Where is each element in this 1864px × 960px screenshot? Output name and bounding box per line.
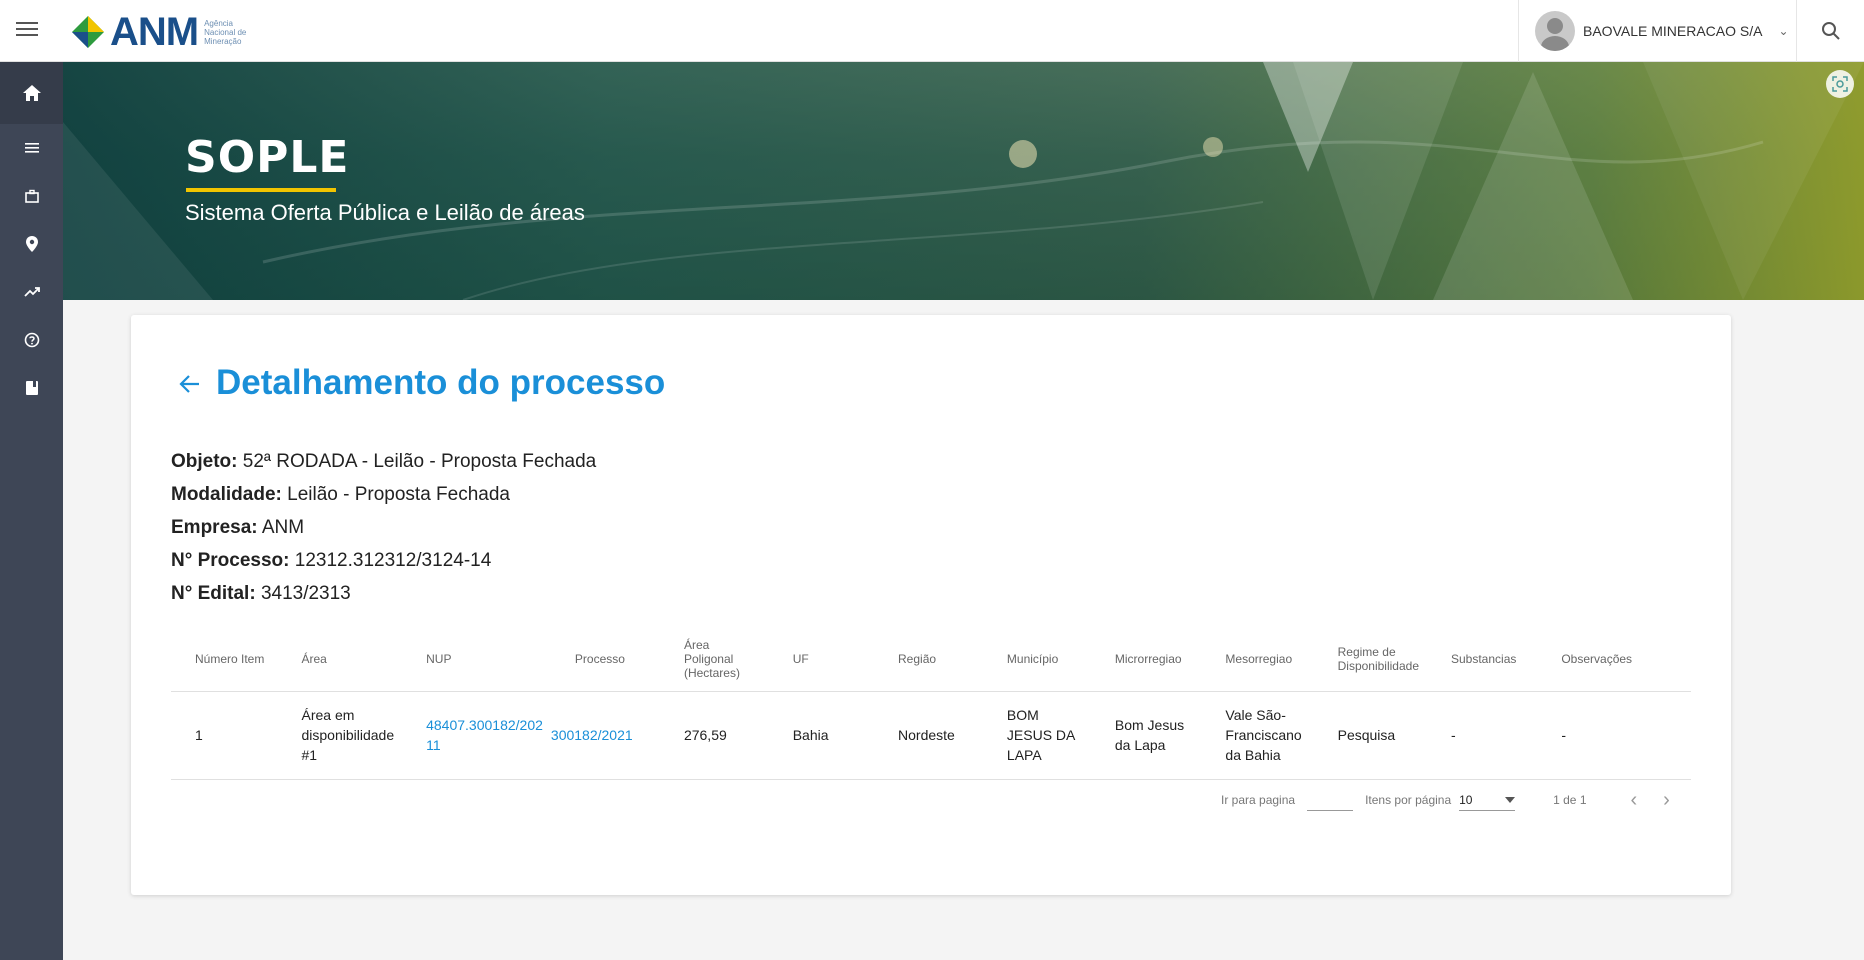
goto-page-input[interactable]: [1307, 789, 1354, 811]
back-arrow-icon[interactable]: [176, 370, 204, 398]
sidebar-item-stats[interactable]: [0, 268, 63, 316]
next-page-icon[interactable]: ›: [1663, 789, 1670, 812]
sidebar-item-book[interactable]: [0, 364, 63, 412]
column-header[interactable]: Área: [277, 627, 403, 692]
sidebar-item-home[interactable]: [0, 62, 63, 124]
column-header[interactable]: Microrregiao: [1090, 627, 1202, 692]
info-label: Empresa:: [171, 517, 258, 538]
page-title: Detalhamento do processo: [216, 363, 666, 402]
cell-area: Área em disponibilidade #1: [277, 691, 403, 780]
cell-observacoes: -: [1537, 691, 1691, 780]
map-pin-icon: [25, 236, 38, 252]
cell-municipio: BOM JESUS DA LAPA: [982, 691, 1091, 780]
column-header[interactable]: Número Item: [171, 627, 278, 692]
cell-regiao: Nordeste: [874, 691, 983, 780]
banner-subtitle: Sistema Oferta Pública e Leilão de áreas: [185, 200, 585, 225]
table-header-row: Número Item Área NUP Processo Área Polig…: [171, 627, 1691, 692]
pagination: Ir para pagina Itens por página 10 1 de …: [1221, 785, 1670, 815]
column-header[interactable]: Observações: [1537, 627, 1691, 692]
sidebar-item-briefcase[interactable]: [0, 172, 63, 220]
anm-logo[interactable]: ANM Agência Nacional de Mineração: [70, 10, 254, 54]
info-value: 12312.312312/3124-14: [294, 550, 492, 571]
avatar: [1535, 11, 1575, 51]
prev-page-icon[interactable]: ‹: [1631, 789, 1638, 812]
info-value: 3413/2313: [260, 583, 351, 604]
column-header[interactable]: Processo: [550, 627, 660, 692]
info-objeto: Objeto: 52ª RODADA - Leilão - Proposta F…: [171, 445, 596, 478]
info-label: Modalidade:: [171, 484, 282, 505]
cell-numero-item: 1: [171, 691, 278, 780]
logo-text: ANM: [110, 9, 199, 54]
search-icon: [1821, 22, 1840, 40]
nup-link-line2: 11: [426, 737, 441, 753]
nup-link[interactable]: 48407.300182/202 11: [426, 717, 543, 753]
column-header[interactable]: UF: [768, 627, 875, 692]
cell-mesorregiao: Vale São-Franciscano da Bahia: [1201, 691, 1314, 780]
info-empresa: Empresa: ANM: [171, 511, 596, 544]
items-per-page-select[interactable]: 10: [1459, 789, 1516, 811]
column-header[interactable]: Município: [982, 627, 1091, 692]
home-icon: [22, 85, 41, 101]
cell-substancias: -: [1427, 691, 1538, 780]
info-value: Leilão - Proposta Fechada: [287, 484, 510, 505]
chevron-down-icon: ⌄: [1778, 24, 1789, 38]
cell-processo: 300182/2021: [550, 691, 660, 780]
column-header[interactable]: Regime de Disponibilidade: [1313, 627, 1427, 692]
cell-uf: Bahia: [768, 691, 875, 780]
user-menu[interactable]: BAOVALE MINERACAO S/A ⌄: [1518, 0, 1796, 62]
info-edital: N° Edital: 3413/2313: [171, 577, 596, 610]
banner-underline: [186, 188, 336, 192]
info-label: N° Processo:: [171, 550, 290, 571]
cell-regime: Pesquisa: [1313, 691, 1427, 780]
info-label: Objeto:: [171, 451, 238, 472]
list-icon: [24, 143, 39, 153]
info-modalidade: Modalidade: Leilão - Proposta Fechada: [171, 478, 596, 511]
processo-link[interactable]: 300182/2021: [551, 727, 633, 743]
nup-link-line1: 48407.300182/202: [426, 717, 543, 733]
hero-banner: SOPLE Sistema Oferta Pública e Leilão de…: [63, 62, 1864, 300]
cell-area-poligonal: 276,59: [659, 691, 769, 780]
logo-subtitle: Agência Nacional de Mineração: [204, 18, 247, 46]
goto-page-label: Ir para pagina: [1221, 793, 1296, 807]
screenshot-button[interactable]: [1826, 70, 1854, 98]
trending-up-icon: [23, 287, 40, 297]
info-value: ANM: [261, 517, 305, 538]
focus-camera-icon: [1832, 76, 1848, 92]
cell-nup: 48407.300182/202 11: [402, 691, 551, 780]
page-range: 1 de 1: [1553, 793, 1587, 807]
user-name: BAOVALE MINERACAO S/A: [1583, 23, 1763, 39]
info-processo: N° Processo: 12312.312312/3124-14: [171, 544, 596, 577]
briefcase-icon: [24, 189, 39, 203]
sidebar-item-list[interactable]: [0, 124, 63, 172]
sidebar-item-map[interactable]: [0, 220, 63, 268]
items-per-page-value: 10: [1459, 792, 1473, 807]
banner-title: SOPLE: [185, 132, 350, 183]
hamburger-menu-icon[interactable]: [14, 18, 40, 44]
column-header[interactable]: Região: [874, 627, 983, 692]
sidebar: [0, 62, 63, 960]
column-header[interactable]: Área Poligonal (Hectares): [659, 627, 769, 692]
search-button[interactable]: [1796, 0, 1864, 62]
top-bar: ANM Agência Nacional de Mineração BAOVAL…: [0, 0, 1864, 62]
column-header[interactable]: Substancias: [1427, 627, 1538, 692]
areas-table: Número Item Área NUP Processo Área Polig…: [171, 627, 1691, 780]
process-info: Objeto: 52ª RODADA - Leilão - Proposta F…: [171, 445, 596, 610]
anm-logo-mark-icon: [72, 16, 104, 48]
info-label: N° Edital:: [171, 583, 256, 604]
items-per-page-label: Itens por página: [1365, 793, 1452, 807]
table-row: 1 Área em disponibilidade #1 48407.30018…: [171, 691, 1691, 780]
column-header[interactable]: Mesorregiao: [1201, 627, 1314, 692]
column-header[interactable]: NUP: [402, 627, 551, 692]
help-icon: [24, 332, 39, 348]
book-icon: [25, 381, 38, 395]
cell-microrregiao: Bom Jesus da Lapa: [1090, 691, 1202, 780]
info-value: 52ª RODADA - Leilão - Proposta Fechada: [242, 451, 597, 472]
process-detail-card: Detalhamento do processo Objeto: 52ª ROD…: [131, 315, 1731, 895]
dropdown-arrow-icon: [1505, 796, 1516, 803]
sidebar-item-help[interactable]: [0, 316, 63, 364]
